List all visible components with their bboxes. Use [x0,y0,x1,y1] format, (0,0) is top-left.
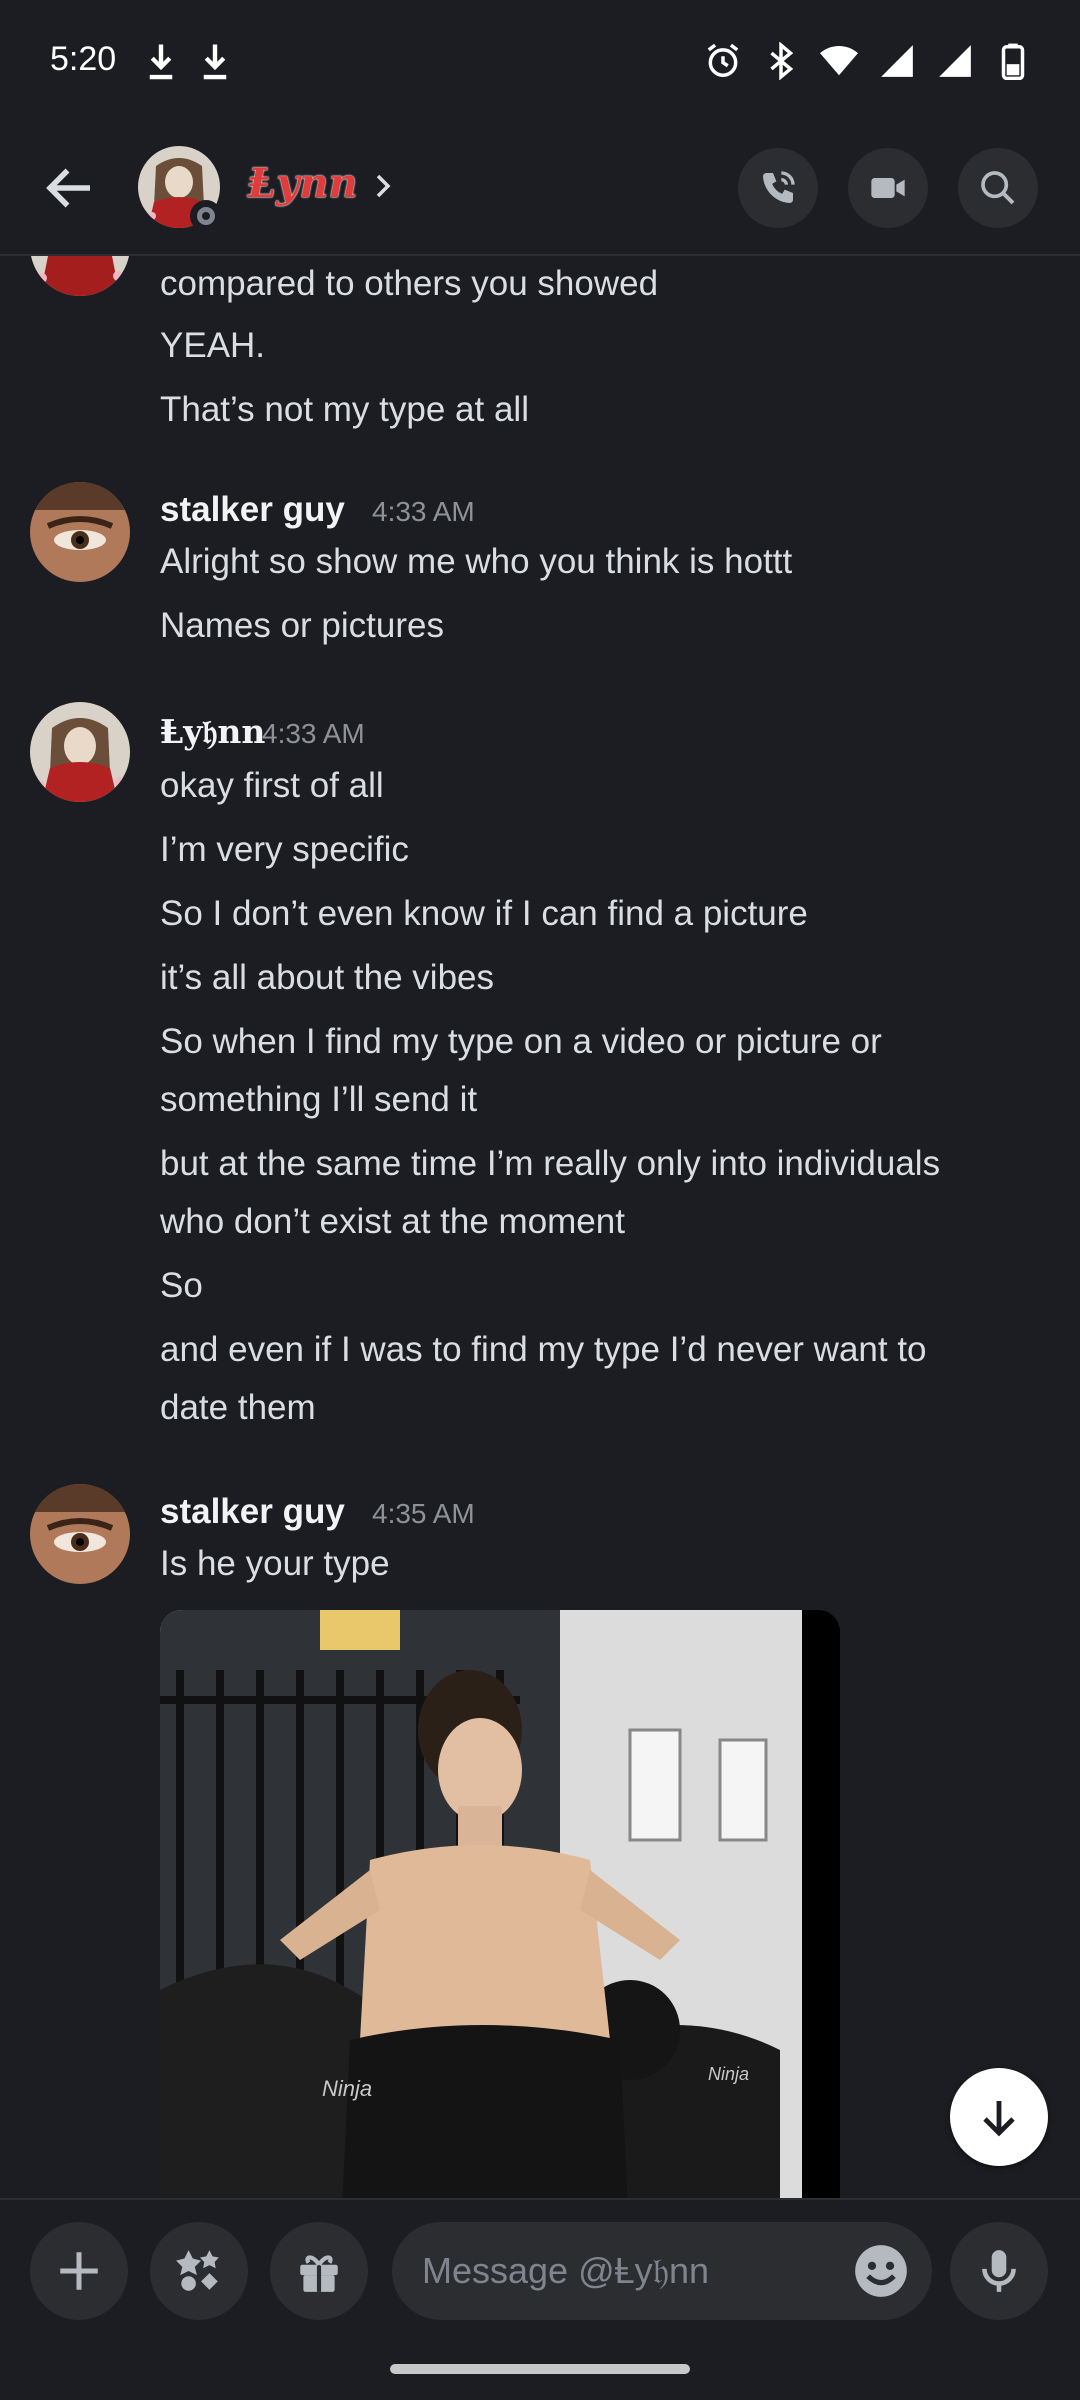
apps-icon [176,2250,219,2291]
offline-status-icon [190,200,222,232]
bluetooth-icon [770,42,794,80]
message-text[interactable]: Names or pictures [160,598,444,654]
gift-icon [300,2255,338,2292]
message-text[interactable]: date them [160,1380,316,1436]
signal-icon [939,45,971,77]
message-author[interactable]: stalker guy [160,1492,345,1532]
signal-icon [881,45,913,77]
emoji-icon [855,2245,907,2297]
message-text[interactable]: okay first of all [160,758,384,814]
message-text[interactable]: I’m very specific [160,822,409,878]
image-caption-text: Ninja [322,2076,372,2101]
voice-call-icon [763,171,795,203]
message-text[interactable]: something I’ll send it [160,1072,477,1128]
alarm-icon [707,43,739,77]
message-author[interactable]: stalker guy [160,490,345,530]
message-text[interactable]: Is he your type [160,1536,390,1592]
message-text[interactable]: That’s not my type at all [160,382,529,438]
avatar[interactable] [30,1484,130,1584]
message-timestamp: 4:33 AM [262,718,365,749]
message-timestamp: 4:33 AM [372,496,475,527]
scroll-to-bottom-button[interactable] [950,2068,1048,2166]
message-text[interactable]: YEAH. [160,318,265,374]
avatar[interactable] [30,256,130,296]
voice-call-button[interactable] [738,148,818,228]
message-text[interactable]: but at the same time I’m really only int… [160,1136,940,1192]
avatar[interactable] [30,482,130,582]
message-text[interactable]: compared to others you showed [160,256,658,312]
microphone-icon [982,2250,1016,2292]
chat-header: Ⱡynn [0,120,1080,256]
voice-message-button[interactable] [950,2222,1048,2320]
image-caption-text: Ninja [708,2064,749,2084]
apps-button[interactable] [150,2222,248,2320]
plus-icon [60,2252,98,2290]
back-arrow-icon[interactable] [40,158,100,218]
wifi-icon [820,45,858,76]
message-text[interactable]: and even if I was to find my type I’d ne… [160,1322,927,1378]
status-bar: 5:20 [0,0,1080,120]
image-attachment[interactable]: Ninja Ninja [160,1610,840,2198]
message-author[interactable]: Ⱡy𝔥nn [160,712,265,752]
emoji-button[interactable] [850,2240,912,2302]
chevron-right-icon[interactable] [368,166,398,206]
message-timestamp: 4:35 AM [372,1498,475,1529]
video-call-icon [871,178,905,198]
message-text[interactable]: Alright so show me who you think is hott… [160,534,792,590]
message-list[interactable]: compared to others you showed YEAH. That… [0,256,1080,2198]
message-text[interactable]: So I don’t even know if I can find a pic… [160,886,808,942]
video-call-button[interactable] [848,148,928,228]
home-indicator[interactable] [390,2364,690,2374]
battery-icon [1001,43,1025,80]
search-icon [981,171,1015,205]
scroll-down-icon [983,2101,1015,2137]
message-text[interactable]: So when I find my type on a video or pic… [160,1014,882,1070]
message-text[interactable]: who don’t exist at the moment [160,1194,625,1250]
download-icon [200,42,230,82]
gift-button[interactable] [270,2222,368,2320]
page-title[interactable]: Ⱡynn [248,160,358,207]
status-icons [704,42,1032,80]
message-input-placeholder: Message @Ⱡy𝔥nn [422,2250,710,2291]
message-input[interactable]: Message @Ⱡy𝔥nn [392,2222,932,2320]
message-text[interactable]: it’s all about the vibes [160,950,494,1006]
message-text[interactable]: So [160,1258,203,1314]
attach-button[interactable] [30,2222,128,2320]
avatar[interactable] [30,702,130,802]
search-button[interactable] [958,148,1038,228]
status-time: 5:20 [50,40,117,78]
download-icon [146,42,176,82]
